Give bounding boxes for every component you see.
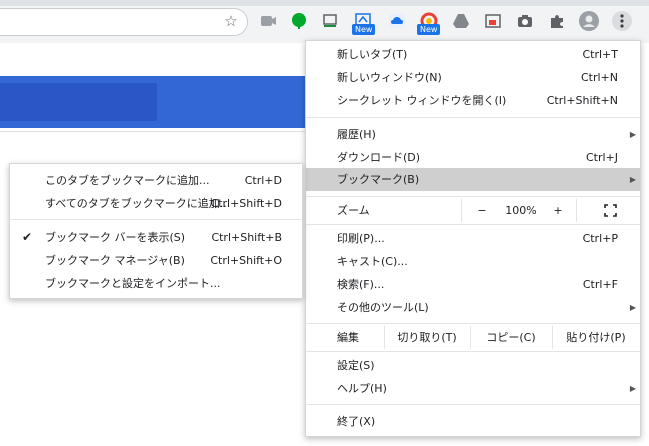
menu-item-bookmark-this-tab[interactable]: このタブをブックマークに追加... Ctrl+D xyxy=(10,169,302,192)
menu-item-new-window[interactable]: 新しいウィンドウ(N) Ctrl+N xyxy=(306,66,640,89)
menu-item-history[interactable]: 履歴(H) ▶ xyxy=(306,123,640,146)
zoom-level: 100% xyxy=(505,204,537,217)
menu-separator xyxy=(306,351,640,352)
edit-label: 編集 xyxy=(337,331,359,344)
checkmark-icon: ✔ xyxy=(22,230,33,244)
cloud-icon[interactable] xyxy=(388,12,406,30)
fullscreen-icon[interactable] xyxy=(604,204,617,217)
address-bar[interactable] xyxy=(0,8,248,36)
menu-item-show-bookmark-bar[interactable]: ✔ ブックマーク バーを表示(S) Ctrl+Shift+B xyxy=(10,226,302,249)
menu-item-new-tab[interactable]: 新しいタブ(T) Ctrl+T xyxy=(306,43,640,66)
new-badge: New xyxy=(352,24,376,35)
copy-button[interactable]: コピー(C) xyxy=(471,326,551,349)
menu-cell-divider xyxy=(576,199,577,222)
menu-item-incognito[interactable]: シークレット ウィンドウを開く(I) Ctrl+Shift+N xyxy=(306,89,640,112)
submenu-arrow-icon: ▶ xyxy=(629,175,636,184)
submenu-arrow-icon: ▶ xyxy=(629,130,636,139)
menu-item-print[interactable]: 印刷(P)... Ctrl+P xyxy=(306,227,640,250)
new-badge: New xyxy=(417,24,441,35)
menu-separator xyxy=(306,404,640,405)
submenu-arrow-icon: ▶ xyxy=(629,384,636,393)
kebab-menu-icon[interactable] xyxy=(612,11,632,31)
zoom-out-button[interactable]: − xyxy=(471,199,493,222)
menu-separator xyxy=(306,196,640,197)
zoom-row: ズーム − 100% + xyxy=(306,199,640,222)
menu-separator xyxy=(306,323,640,324)
menu-item-downloads[interactable]: ダウンロード(D) Ctrl+J xyxy=(306,146,640,169)
bookmarks-submenu: このタブをブックマークに追加... Ctrl+D すべてのタブをブックマークに追… xyxy=(9,163,303,299)
menu-separator xyxy=(306,224,640,225)
paste-button[interactable]: 貼り付け(P) xyxy=(553,326,639,349)
page-divider xyxy=(0,131,305,132)
menu-item-help[interactable]: ヘルプ(H) ▶ xyxy=(306,377,640,400)
page-search-area xyxy=(0,83,157,121)
menu-item-import-bookmarks[interactable]: ブックマークと設定をインポート... xyxy=(10,272,302,295)
camera-icon[interactable] xyxy=(516,12,534,30)
menu-item-bookmark-manager[interactable]: ブックマーク マネージャ(B) Ctrl+Shift+O xyxy=(10,249,302,272)
menu-item-find[interactable]: 検索(F)... Ctrl+F xyxy=(306,273,640,296)
menu-separator xyxy=(10,219,302,220)
menu-item-bookmarks[interactable]: ブックマーク(B) ▶ xyxy=(306,168,640,191)
cut-button[interactable]: 切り取り(T) xyxy=(385,326,469,349)
drive-icon[interactable] xyxy=(452,12,470,30)
evernote-icon[interactable] xyxy=(290,12,308,30)
menu-item-more-tools[interactable]: その他のツール(L) ▶ xyxy=(306,296,640,319)
edit-row: 編集 切り取り(T) コピー(C) 貼り付け(P) xyxy=(306,326,640,349)
gallery-icon[interactable] xyxy=(484,12,502,30)
menu-item-settings[interactable]: 設定(S) xyxy=(306,354,640,377)
browser-toolbar: ☆ New New xyxy=(0,0,649,43)
puzzle-icon[interactable] xyxy=(548,12,566,30)
submenu-arrow-icon: ▶ xyxy=(629,303,636,312)
star-icon[interactable]: ☆ xyxy=(222,12,240,30)
zoom-in-button[interactable]: + xyxy=(547,199,569,222)
meet-icon[interactable] xyxy=(259,12,277,30)
menu-separator xyxy=(306,117,640,118)
tab-strip xyxy=(0,0,649,6)
avatar-icon[interactable] xyxy=(579,11,599,31)
menu-item-bookmark-all-tabs[interactable]: すべてのタブをブックマークに追加... Ctrl+Shift+D xyxy=(10,192,302,215)
chrome-main-menu: 新しいタブ(T) Ctrl+T 新しいウィンドウ(N) Ctrl+N シークレッ… xyxy=(305,40,641,437)
menu-cell-divider xyxy=(461,199,462,222)
monitor-icon[interactable] xyxy=(321,12,339,30)
menu-item-cast[interactable]: キャスト(C)... xyxy=(306,250,640,273)
zoom-label: ズーム xyxy=(337,204,370,217)
menu-item-exit[interactable]: 終了(X) xyxy=(306,410,640,433)
